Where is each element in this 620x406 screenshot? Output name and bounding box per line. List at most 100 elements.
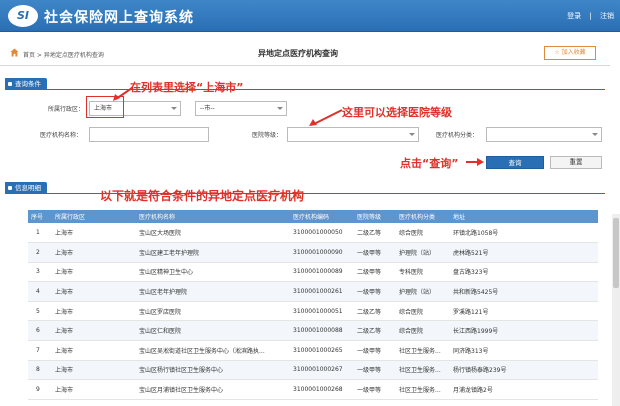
scrollbar-thumb[interactable]	[613, 218, 619, 288]
level-label: 医院等级：	[252, 132, 283, 139]
query-button[interactable]: 查询	[486, 156, 544, 169]
column-header: 医疗机构名称	[136, 210, 290, 223]
separator: |	[589, 12, 592, 20]
result-section-divider	[5, 193, 605, 194]
institution-category-select[interactable]	[486, 127, 602, 142]
table-cell: 7	[28, 340, 52, 361]
social-insurance-logo-icon: SI	[8, 5, 38, 27]
table-row[interactable]: 2 上海市 宝山区建工老年护理院 3100001000090 一级甲等 护理院（…	[28, 242, 598, 263]
table-cell: 3100001000090	[290, 242, 354, 263]
table-cell: 3100001000089	[290, 262, 354, 283]
table-cell: 1	[28, 223, 52, 244]
table-cell: 上海市	[52, 360, 136, 381]
table-cell: 月浦龙镇路2号	[450, 379, 598, 400]
table-row[interactable]: 4 上海市 宝山区老年护理院 3100001000261 一级甲等 护理院（站）…	[28, 281, 598, 302]
reset-button[interactable]: 重置	[550, 156, 602, 169]
column-header: 医疗机构编码	[290, 210, 354, 223]
annotation-select-level: 这里可以选择医院等级	[342, 106, 452, 119]
table-cell: 社区卫生服务...	[396, 360, 450, 381]
annotation-click-query: 点击“查询”	[400, 157, 459, 170]
table-cell: 二级乙等	[354, 223, 396, 244]
table-cell: 上海市	[52, 223, 136, 244]
table-cell: 3100001000051	[290, 301, 354, 322]
chevron-down-icon	[409, 133, 415, 136]
table-header-row: 序号 所属行政区 医疗机构名称 医疗机构编码 医院等级 医疗机构分类 地址	[28, 210, 598, 223]
table-cell: 2	[28, 242, 52, 263]
table-cell: 4	[28, 281, 52, 302]
table-cell: 3100001000050	[290, 223, 354, 244]
table-cell: 宝山区吴淞街道社区卫生服务中心（淞滨路执...	[136, 340, 290, 361]
column-header: 地址	[450, 210, 598, 223]
annotation-select-city: 在列表里选择“上海市”	[130, 81, 244, 94]
table-cell: 一级甲等	[354, 242, 396, 263]
annotation-result-intro: 以下就是符合条件的异地定点医疗机构	[100, 189, 305, 203]
login-link[interactable]: 登录	[567, 12, 581, 20]
annotation-arrow-icon	[466, 158, 484, 166]
column-header: 序号	[28, 210, 52, 223]
table-row[interactable]: 3 上海市 宝山区精神卫生中心 3100001000089 二级甲等 专科医院 …	[28, 262, 598, 283]
table-row[interactable]: 1 上海市 宝山区大场医院 3100001000050 二级乙等 综合医院 环镇…	[28, 223, 598, 244]
table-cell: 3100001000261	[290, 281, 354, 302]
table-cell: 3100001000265	[290, 340, 354, 361]
breadcrumb-bar: 首页 > 异地定点医疗机构查询 异地定点医疗机构查询 ☆ 加入收藏	[0, 40, 610, 66]
annotation-arrow-icon	[309, 109, 343, 126]
table-cell: 宝山区杨行镇社区卫生服务中心	[136, 360, 290, 381]
table-cell: 盘古路323号	[450, 262, 598, 283]
table-cell: 宝山区建工老年护理院	[136, 242, 290, 263]
table-cell: 上海市	[52, 262, 136, 283]
column-header: 所属行政区	[52, 210, 136, 223]
table-cell: 3100001000267	[290, 360, 354, 381]
table-cell: 宝山区大场医院	[136, 223, 290, 244]
table-cell: 5	[28, 301, 52, 322]
table-cell: 上海市	[52, 301, 136, 322]
table-cell: 宝山区月浦镇社区卫生服务中心	[136, 379, 290, 400]
column-header: 医疗机构分类	[396, 210, 450, 223]
table-row[interactable]: 7 上海市 宝山区吴淞街道社区卫生服务中心（淞滨路执... 3100001000…	[28, 340, 598, 361]
region-label: 所属行政区：	[48, 106, 85, 113]
table-cell: 3100001000268	[290, 379, 354, 400]
column-header: 医院等级	[354, 210, 396, 223]
table-cell: 二级乙等	[354, 320, 396, 342]
hospital-level-select[interactable]	[287, 127, 419, 142]
table-row[interactable]: 6 上海市 宝山区仁和医院 3100001000088 二级乙等 综合医院 长江…	[28, 320, 598, 342]
home-icon[interactable]	[10, 48, 19, 57]
table-cell: 二级乙等	[354, 301, 396, 322]
breadcrumb[interactable]: 首页 > 异地定点医疗机构查询	[23, 50, 104, 59]
table-cell: 护理院（站）	[396, 242, 450, 263]
institution-name-input[interactable]	[89, 127, 209, 142]
table-row[interactable]: 9 上海市 宝山区月浦镇社区卫生服务中心 3100001000268 一级甲等 …	[28, 379, 598, 400]
chevron-down-icon	[277, 107, 283, 110]
table-cell: 环镇北路1058号	[450, 223, 598, 244]
table-row[interactable]: 5 上海市 宝山区罗店医院 3100001000051 二级乙等 综合医院 罗溪…	[28, 301, 598, 322]
chevron-down-icon	[592, 133, 598, 136]
table-cell: 综合医院	[396, 320, 450, 342]
table-cell: 社区卫生服务...	[396, 379, 450, 400]
table-cell: 宝山区精神卫生中心	[136, 262, 290, 283]
page-title: 异地定点医疗机构查询	[258, 49, 338, 58]
table-cell: 综合医院	[396, 301, 450, 322]
table-cell: 8	[28, 360, 52, 381]
table-cell: 宝山区老年护理院	[136, 281, 290, 302]
table-row[interactable]: 8 上海市 宝山区杨行镇社区卫生服务中心 3100001000267 一级甲等 …	[28, 360, 598, 381]
table-cell: 长江西路1999号	[450, 320, 598, 342]
table-cell: 宝山区仁和医院	[136, 320, 290, 342]
table-cell: 罗溪路121号	[450, 301, 598, 322]
table-cell: 专科医院	[396, 262, 450, 283]
table-cell: 3	[28, 262, 52, 283]
star-icon: ☆	[554, 49, 562, 56]
district-select[interactable]: --市--	[195, 101, 287, 116]
logout-link[interactable]: 注销	[600, 12, 614, 20]
top-links: 登录 | 注销	[561, 11, 614, 21]
table-cell: 虎林路521号	[450, 242, 598, 263]
table-cell: 9	[28, 379, 52, 400]
top-bar: SI 社会保险网上查询系统 登录 | 注销	[0, 0, 620, 32]
table-cell: 宝山区罗店医院	[136, 301, 290, 322]
annotation-arrow-icon	[113, 87, 133, 101]
add-favorite-button[interactable]: ☆ 加入收藏	[544, 46, 596, 60]
table-cell: 共和新路5425号	[450, 281, 598, 302]
category-label: 医疗机构分类：	[436, 132, 479, 139]
table-cell: 二级甲等	[354, 262, 396, 283]
table-cell: 社区卫生服务...	[396, 340, 450, 361]
table-cell: 杨行镇杨泰路239号	[450, 360, 598, 381]
table-cell: 一级甲等	[354, 340, 396, 361]
